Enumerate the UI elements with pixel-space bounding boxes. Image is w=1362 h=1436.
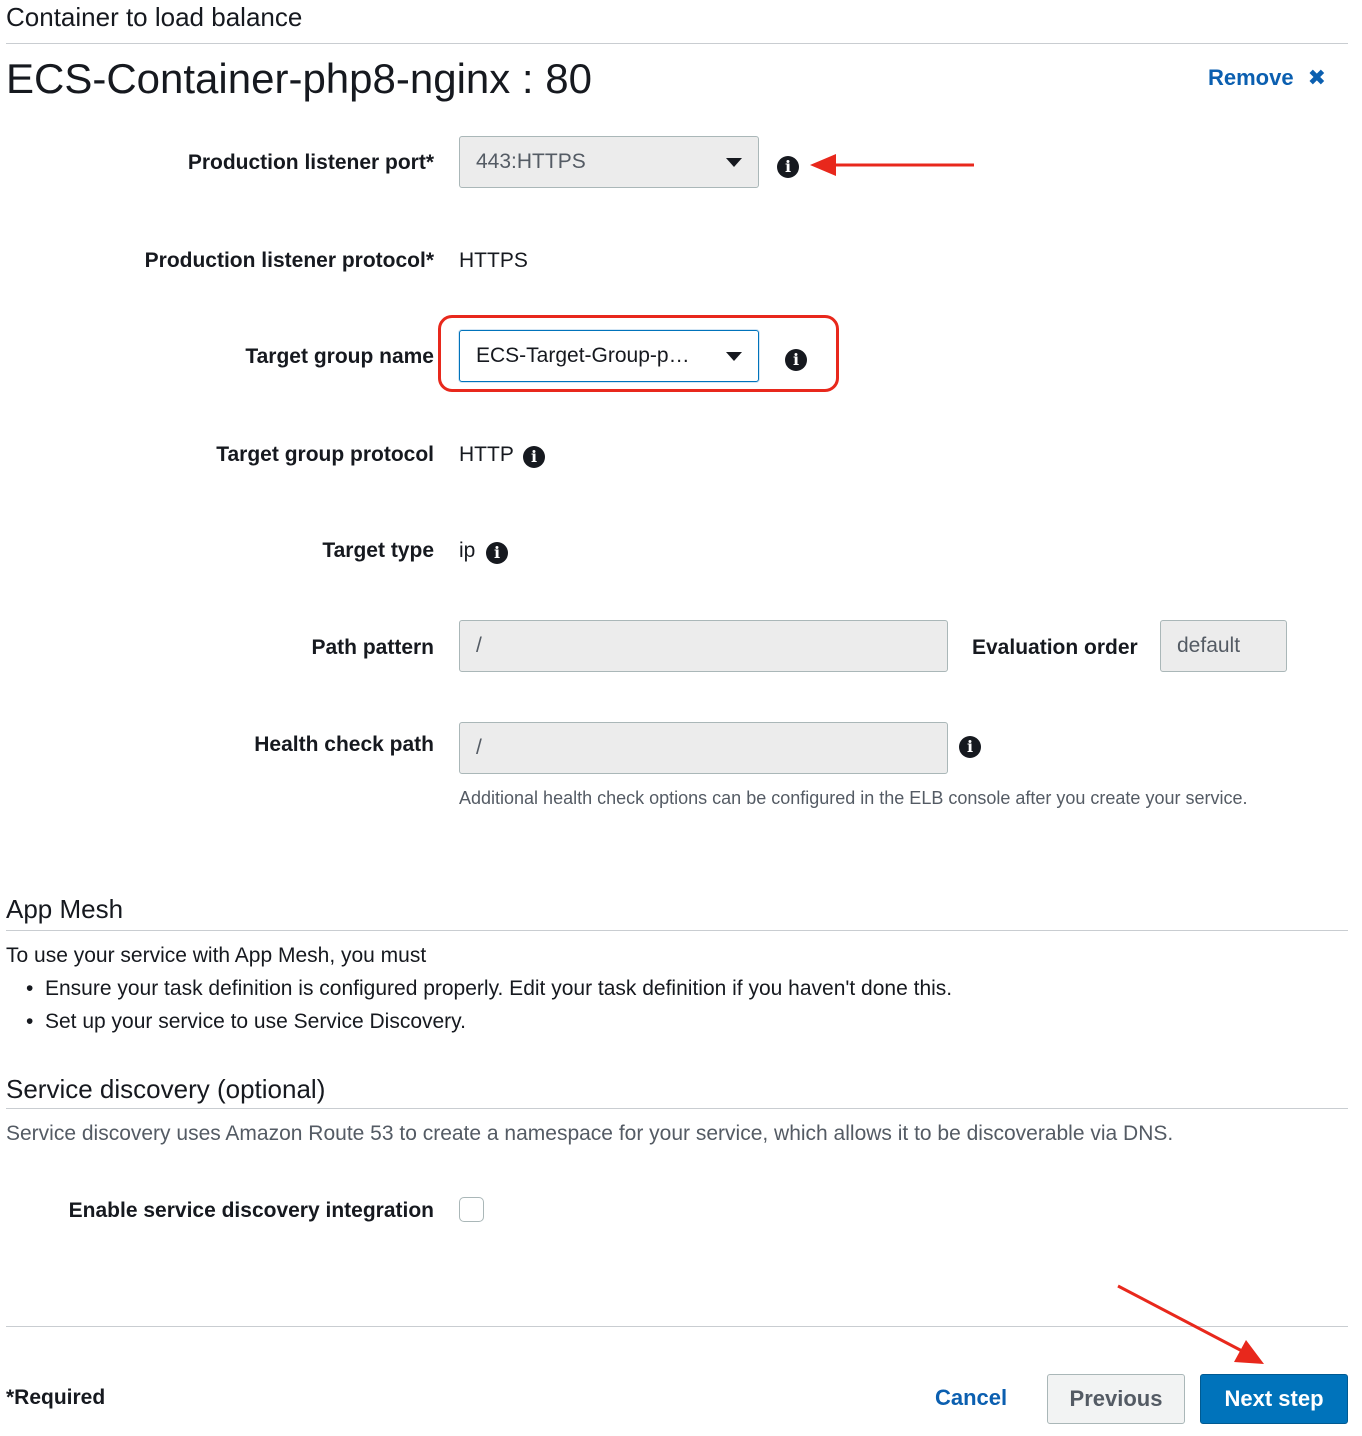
divider <box>6 1108 1348 1109</box>
bullet-icon: • <box>26 1010 34 1033</box>
info-icon[interactable]: i <box>486 542 508 564</box>
list-item: • Ensure your task definition is configur… <box>26 977 952 1001</box>
section-heading-container: Container to load balance <box>6 2 303 32</box>
service-discovery-description: Service discovery uses Amazon Route 53 t… <box>6 1122 1174 1145</box>
health-check-help-text: Additional health check options can be c… <box>459 788 1248 808</box>
production-listener-protocol-label: Production listener protocol* <box>144 249 434 272</box>
target-group-name-value: ECS-Target-Group-p… <box>476 344 690 367</box>
target-group-name-select[interactable]: ECS-Target-Group-p… <box>459 330 759 382</box>
target-type-label: Target type <box>322 539 434 562</box>
info-icon[interactable]: i <box>777 156 799 178</box>
previous-button[interactable]: Previous <box>1047 1374 1185 1424</box>
next-step-button[interactable]: Next step <box>1200 1374 1348 1424</box>
target-group-protocol-value: HTTP <box>459 443 514 466</box>
divider <box>6 930 1348 931</box>
list-item-text: Set up your service to use Service Disco… <box>45 1010 466 1033</box>
bullet-icon: • <box>26 977 34 1000</box>
enable-service-discovery-label: Enable service discovery integration <box>68 1199 434 1222</box>
list-item: • Set up your service to use Service Disc… <box>26 1010 466 1034</box>
annotation-arrow-icon <box>1117 1284 1264 1364</box>
remove-label: Remove <box>1208 65 1294 90</box>
info-icon[interactable]: i <box>959 736 981 758</box>
target-group-protocol-label: Target group protocol <box>216 443 434 466</box>
info-icon[interactable]: i <box>785 349 807 371</box>
evaluation-order-label: Evaluation order <box>972 636 1138 659</box>
container-title: ECS-Container-php8-nginx : 80 <box>6 55 592 102</box>
close-icon: ✖ <box>1307 65 1327 90</box>
chevron-down-icon <box>726 352 742 361</box>
divider <box>6 43 1348 44</box>
app-mesh-intro: To use your service with App Mesh, you m… <box>6 944 427 967</box>
path-pattern-input[interactable]: / <box>459 620 948 672</box>
info-icon[interactable]: i <box>523 446 545 468</box>
production-listener-protocol-value: HTTPS <box>459 249 528 272</box>
app-mesh-heading: App Mesh <box>6 894 124 924</box>
annotation-arrow-icon <box>810 154 974 176</box>
production-listener-port-value: 443:HTTPS <box>476 150 586 173</box>
required-note: *Required <box>6 1386 106 1409</box>
chevron-down-icon <box>726 158 742 167</box>
remove-button[interactable]: Remove ✖ <box>1208 63 1326 93</box>
service-discovery-heading: Service discovery (optional) <box>6 1074 326 1104</box>
health-check-path-input[interactable]: / <box>459 722 948 774</box>
target-group-name-label: Target group name <box>245 345 434 368</box>
production-listener-port-select[interactable]: 443:HTTPS <box>459 136 759 188</box>
enable-service-discovery-checkbox[interactable] <box>459 1197 484 1222</box>
path-pattern-label: Path pattern <box>311 636 434 659</box>
cancel-button[interactable]: Cancel <box>935 1385 1007 1411</box>
target-type-value: ip <box>459 539 476 562</box>
evaluation-order-input[interactable]: default <box>1160 620 1287 672</box>
list-item-text: Ensure your task definition is configure… <box>45 977 953 1000</box>
health-check-path-label: Health check path <box>254 733 434 756</box>
production-listener-port-label: Production listener port* <box>187 151 434 174</box>
